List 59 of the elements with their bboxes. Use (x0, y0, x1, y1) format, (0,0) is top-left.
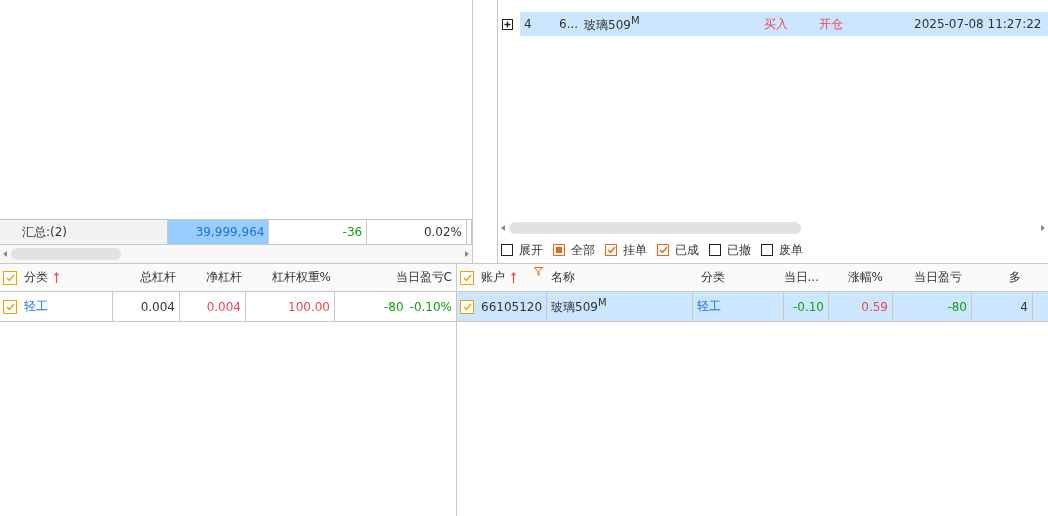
table-cell: -80 (893, 292, 972, 321)
table-row[interactable]: 66105120 玻璃509$^{M}$ 轻工 -0.10 0.59 -80 4 (457, 292, 1048, 322)
order-row[interactable]: 4 6... 玻璃509$^{M}$ 买入 开仓 2025-07-08 11:27:22 (520, 12, 1048, 36)
order-action: 开仓 (819, 15, 844, 33)
filter-label: 废单 (779, 241, 803, 259)
summary-value: 0.02% (423, 225, 462, 239)
summary-label: 汇总:(2) (0, 220, 168, 244)
filter-icon[interactable] (534, 267, 543, 276)
table-cell: 4 (972, 292, 1033, 321)
table-cell: 轻工 (20, 292, 113, 321)
table-cell: -0.10 (784, 292, 829, 321)
column-header[interactable]: 涨幅% (829, 264, 893, 291)
table-cell: 0.59 (829, 292, 893, 321)
checkbox[interactable] (709, 244, 721, 256)
table-cell: 玻璃509$^{M}$ (547, 292, 693, 321)
column-header[interactable]: 分类 (693, 264, 784, 291)
filter-label: 挂单 (623, 241, 647, 259)
checkbox[interactable] (460, 270, 474, 285)
column-header[interactable]: 当日盈亏C (335, 264, 456, 291)
checkbox[interactable] (460, 299, 474, 314)
filter-label: 已成 (675, 241, 699, 259)
expand-icon[interactable] (502, 18, 513, 30)
order-account: 6... (559, 17, 580, 31)
sort-arrow-icon (511, 272, 516, 283)
table-cell: 轻工 (693, 292, 784, 321)
checkbox[interactable] (3, 270, 17, 285)
checkbox[interactable] (501, 244, 513, 256)
horizontal-scrollbar[interactable] (498, 219, 1048, 237)
order-side: 买入 (764, 15, 789, 33)
table-cell: -0.10% (409, 299, 452, 314)
checkbox[interactable] (3, 299, 17, 314)
table-cell: 66105120 (477, 292, 547, 321)
checkbox[interactable] (761, 244, 773, 256)
checkbox[interactable] (605, 244, 617, 256)
order-number: 4 (523, 17, 533, 31)
filter-label: 展开 (519, 241, 543, 259)
filter-label: 已撤 (727, 241, 751, 259)
table-row[interactable]: 轻工 0.004 0.004 100.00 -80 -0.10% (0, 292, 456, 322)
summary-value: -36 (342, 225, 363, 239)
table-cell: 100.00 (246, 292, 335, 321)
column-header[interactable]: 当日... (784, 264, 829, 291)
column-header[interactable]: 分类 (20, 264, 113, 291)
order-name: 玻璃509$^{M}$ (584, 14, 641, 34)
column-header[interactable]: 名称 (547, 264, 693, 291)
column-header[interactable]: 总杠杆 (113, 264, 180, 291)
table-cell: -80 (383, 299, 404, 314)
checkbox[interactable] (657, 244, 669, 256)
summary-value: 39,999,964 (195, 225, 265, 239)
table-cell: 0.004 (113, 292, 180, 321)
table-cell: 0.004 (180, 292, 246, 321)
column-header[interactable]: 账户 (481, 269, 505, 286)
column-header[interactable]: 当日盈亏 (893, 264, 972, 291)
column-header[interactable]: 多 (972, 264, 1033, 291)
column-header[interactable]: 杠杆权重% (246, 264, 335, 291)
column-header[interactable]: 净杠杆 (180, 264, 246, 291)
sort-arrow-icon (54, 272, 59, 283)
horizontal-scrollbar[interactable] (0, 245, 472, 263)
filter-label: 全部 (571, 241, 595, 259)
order-time: 2025-07-08 11:27:22 (914, 17, 1043, 31)
